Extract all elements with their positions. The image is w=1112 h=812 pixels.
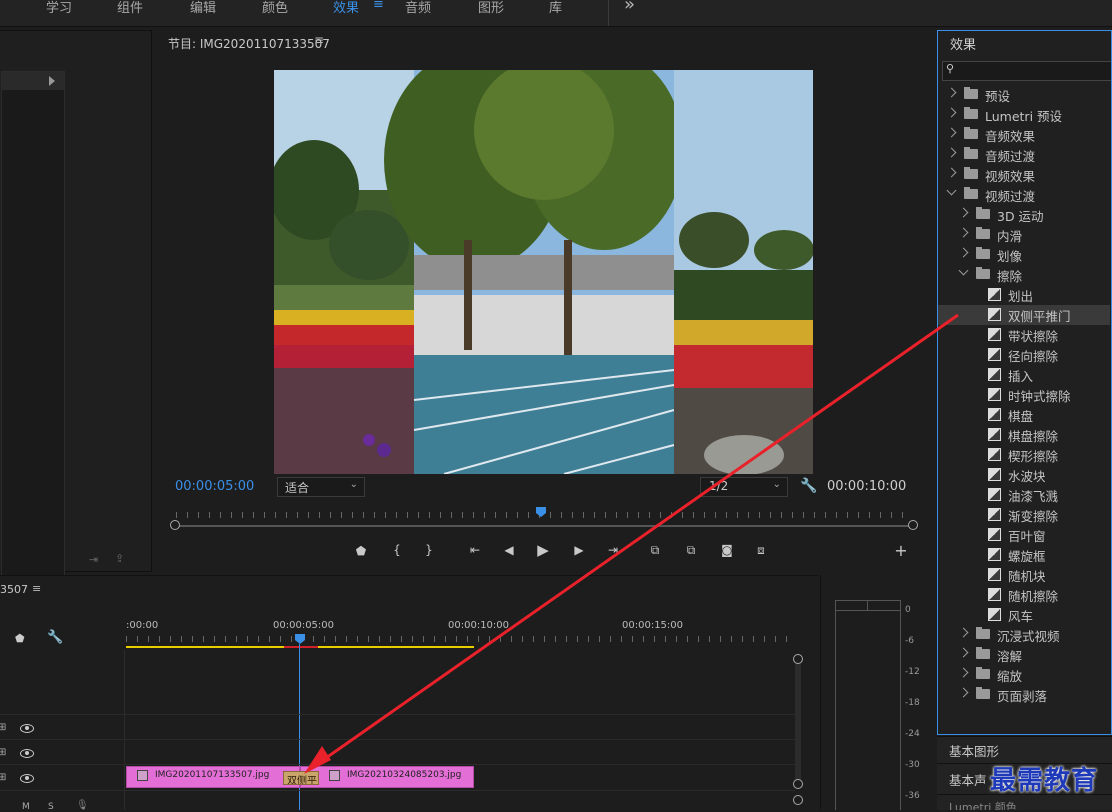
annotation-arrow	[304, 313, 959, 774]
watermark: 最需教育	[990, 766, 1099, 796]
